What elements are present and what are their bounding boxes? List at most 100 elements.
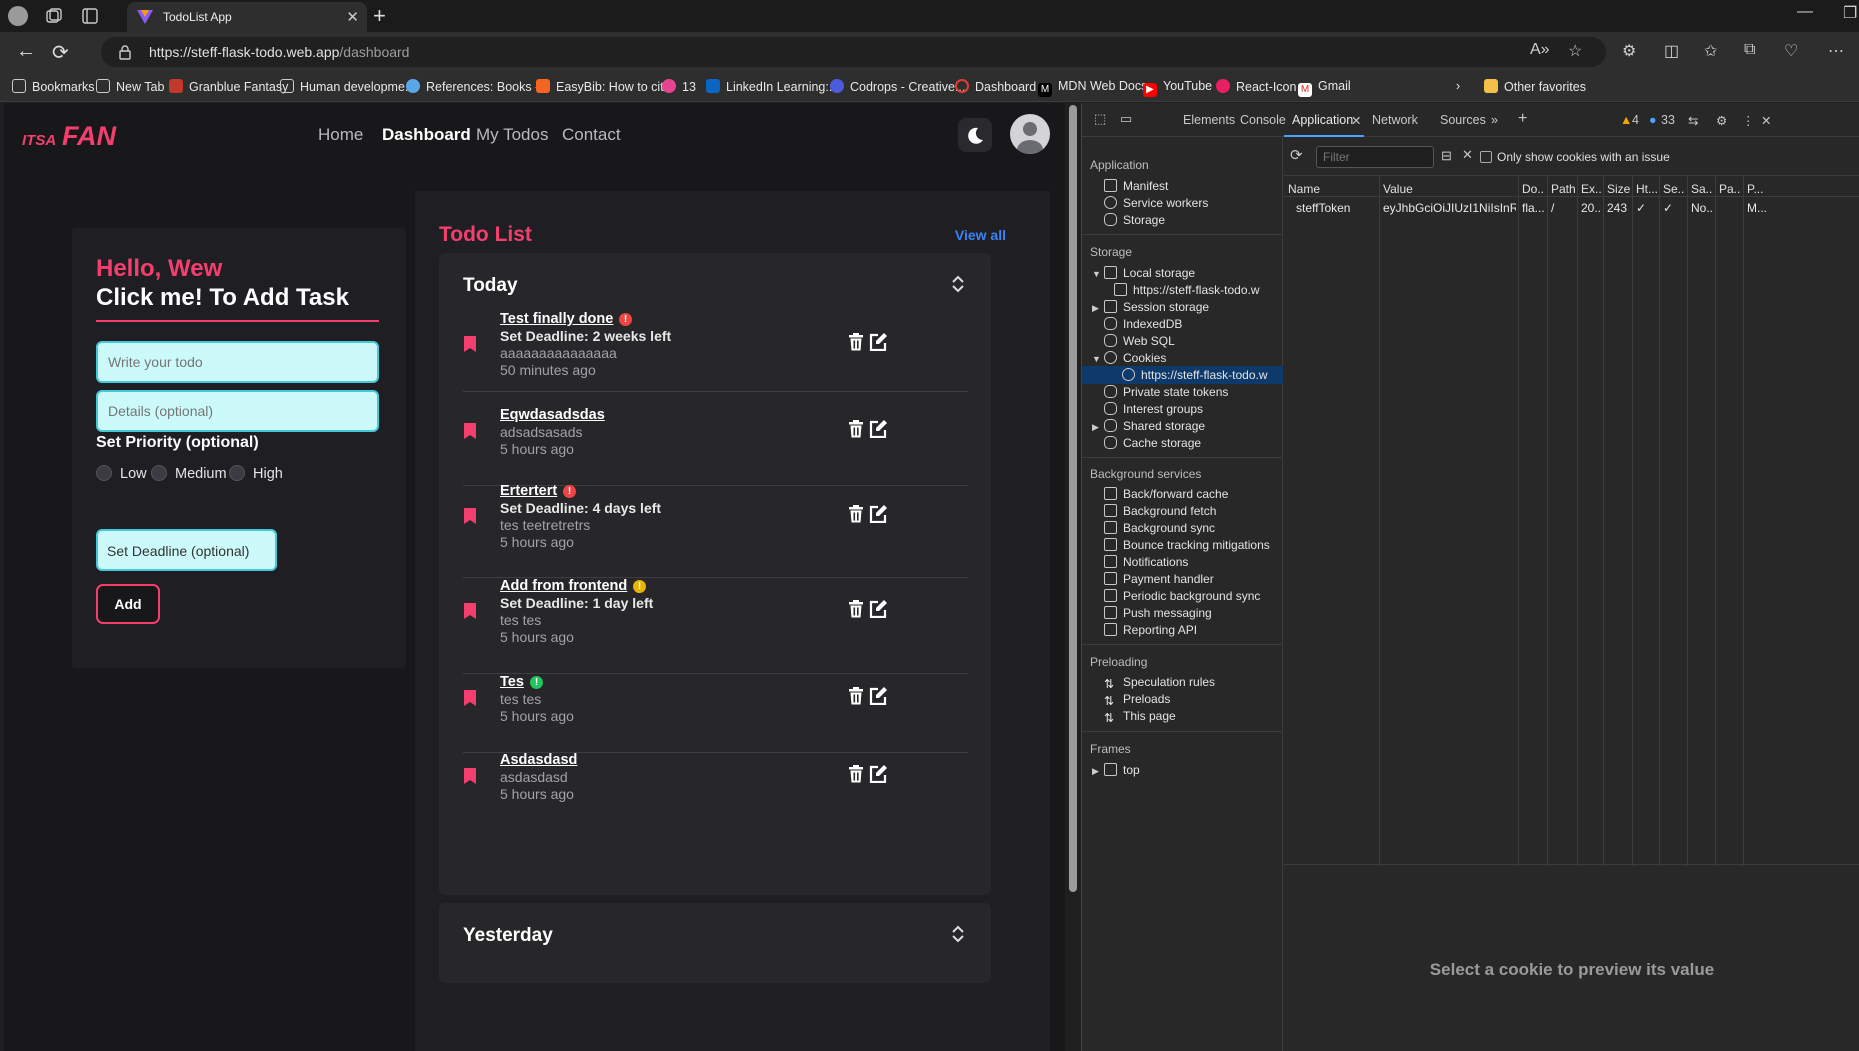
details-input[interactable]: [96, 390, 379, 432]
todo-title[interactable]: Add from frontend: [500, 578, 627, 594]
cookie-filter-input[interactable]: [1316, 146, 1434, 168]
refresh-icon[interactable]: ⟳: [1290, 146, 1303, 164]
cookie-cell[interactable]: 20...: [1581, 201, 1601, 215]
bookmark-react-icon[interactable]: React-Icon: [1216, 79, 1296, 94]
read-aloud-icon[interactable]: A»: [1530, 41, 1550, 59]
sidebar-manifest[interactable]: Manifest: [1104, 179, 1168, 193]
split-screen-icon[interactable]: ◫: [1664, 41, 1679, 61]
avatar[interactable]: [1010, 114, 1050, 154]
performance-icon[interactable]: ♡: [1784, 41, 1798, 61]
column-header[interactable]: Value: [1383, 182, 1516, 196]
app-logo[interactable]: ITSA FAN: [22, 115, 157, 151]
column-header[interactable]: Size: [1607, 182, 1630, 196]
sidebar-cookies-origin[interactable]: https://steff-flask-todo.w: [1082, 366, 1283, 384]
sidebar-frame-top[interactable]: top: [1104, 763, 1140, 777]
bookmark-dashboard[interactable]: Dashboard: [955, 79, 1036, 94]
sidebar-bg-service[interactable]: Background sync: [1104, 521, 1215, 535]
customize-icon[interactable]: ⇆: [1688, 113, 1698, 128]
sidebar-interest-groups[interactable]: Interest groups: [1104, 402, 1203, 416]
cookie-cell[interactable]: /: [1551, 201, 1575, 215]
favorites-icon[interactable]: ✩: [1704, 41, 1717, 61]
column-header[interactable]: Pa...: [1719, 182, 1741, 196]
warnings-count[interactable]: 4: [1632, 113, 1639, 127]
sidebar-bg-service[interactable]: Push messaging: [1104, 606, 1212, 620]
restore-icon[interactable]: ❐: [1843, 3, 1857, 23]
clear-filtered-icon[interactable]: ⊟: [1441, 148, 1452, 164]
tab-elements[interactable]: Elements: [1183, 113, 1235, 127]
expanded-triangle-icon[interactable]: ▼: [1092, 269, 1101, 279]
nav-home[interactable]: Home: [318, 125, 363, 145]
address-bar[interactable]: https://steff-flask-todo.web.app/dashboa…: [101, 37, 1606, 67]
scrollbar-thumb[interactable]: [1069, 105, 1077, 892]
todo-title[interactable]: Ertertert: [500, 483, 557, 499]
sidebar-indexeddb[interactable]: IndexedDB: [1104, 317, 1182, 331]
favorite-star-icon[interactable]: ☆: [1568, 41, 1582, 61]
delete-trash-icon[interactable]: [848, 600, 864, 618]
minimize-icon[interactable]: —: [1797, 3, 1813, 21]
column-header[interactable]: Name: [1288, 182, 1377, 196]
messages-count[interactable]: 33: [1661, 113, 1675, 127]
delete-trash-icon[interactable]: [848, 687, 864, 705]
column-header[interactable]: Path: [1551, 182, 1575, 196]
sidebar-preload-item[interactable]: ⇅ This page: [1104, 709, 1176, 725]
sidebar-bg-service[interactable]: Payment handler: [1104, 572, 1214, 586]
column-header[interactable]: Ex...: [1581, 182, 1601, 196]
back-icon[interactable]: ←: [16, 40, 36, 63]
bookmark-codrops[interactable]: Codrops - Creative...: [830, 79, 965, 94]
device-toolbar-icon[interactable]: ▭: [1120, 111, 1132, 127]
priority-low-radio[interactable]: Low: [96, 465, 147, 482]
new-tab-icon[interactable]: +: [373, 3, 386, 29]
expand-collapse-icon[interactable]: [951, 275, 965, 293]
sidebar-preload-item[interactable]: ⇅ Speculation rules: [1104, 675, 1215, 691]
nav-contact[interactable]: Contact: [562, 125, 621, 145]
column-header[interactable]: Sa...: [1691, 182, 1713, 196]
edit-icon[interactable]: [869, 419, 887, 438]
close-devtools-icon[interactable]: ✕: [1761, 113, 1771, 128]
tab-actions-icon[interactable]: [80, 6, 100, 26]
sidebar-cache-storage[interactable]: Cache storage: [1104, 436, 1201, 450]
collapsed-triangle-icon[interactable]: ▶: [1092, 766, 1099, 777]
cookie-cell[interactable]: eyJhbGciOiJIUzI1NiIsInR5c...: [1383, 201, 1516, 215]
tab-sources[interactable]: Sources: [1440, 113, 1486, 127]
cookie-cell[interactable]: ✓: [1663, 201, 1685, 215]
more-options-icon[interactable]: ⋮: [1742, 113, 1755, 128]
extensions-icon[interactable]: ⚙: [1622, 41, 1636, 61]
expanded-triangle-icon[interactable]: ▼: [1092, 354, 1101, 364]
bookmark-gmail[interactable]: M Gmail: [1298, 79, 1351, 97]
cookie-cell[interactable]: M...: [1747, 201, 1771, 215]
cookie-cell[interactable]: steffToken: [1296, 201, 1377, 215]
todo-title[interactable]: Test finally done: [500, 311, 613, 327]
edit-icon[interactable]: [869, 599, 887, 618]
todo-title[interactable]: Eqwdasadsdas: [500, 407, 605, 423]
only-issue-checkbox[interactable]: Only show cookies with an issue: [1480, 150, 1670, 164]
other-favorites[interactable]: Other favorites: [1484, 79, 1586, 94]
more-tabs-icon[interactable]: »: [1491, 113, 1498, 127]
column-header[interactable]: Ht...: [1636, 182, 1657, 196]
sidebar-bg-service[interactable]: Periodic background sync: [1104, 589, 1260, 603]
url-text[interactable]: https://steff-flask-todo.web.app/dashboa…: [149, 44, 409, 60]
bookmark-bookmarks[interactable]: Bookmarks: [12, 79, 95, 94]
workspaces-icon[interactable]: [44, 6, 64, 26]
todo-input[interactable]: [96, 341, 379, 383]
clear-all-icon[interactable]: ✕: [1462, 147, 1473, 163]
cookie-cell[interactable]: ✓: [1636, 201, 1657, 215]
cookie-cell[interactable]: 243: [1607, 201, 1630, 215]
bookmark-easybib[interactable]: EasyBib: How to cit...: [536, 79, 674, 94]
cookie-cell[interactable]: fla...: [1522, 201, 1545, 215]
nav-dashboard[interactable]: Dashboard: [382, 125, 471, 145]
priority-medium-radio[interactable]: Medium: [151, 465, 227, 482]
sidebar-preload-item[interactable]: ⇅ Preloads: [1104, 692, 1170, 708]
cookie-cell[interactable]: No...: [1691, 201, 1713, 215]
sidebar-bg-service[interactable]: Bounce tracking mitigations: [1104, 538, 1270, 552]
close-tab-icon[interactable]: ✕: [346, 8, 359, 26]
priority-high-radio[interactable]: High: [229, 465, 283, 482]
messages-icon[interactable]: ●: [1649, 113, 1657, 127]
add-button[interactable]: Add: [96, 584, 160, 624]
nav-my-todos[interactable]: My Todos: [476, 125, 548, 145]
refresh-icon[interactable]: ⟳: [52, 40, 69, 65]
bookmark-mdn[interactable]: M MDN Web Docs: [1038, 79, 1147, 97]
delete-trash-icon[interactable]: [848, 420, 864, 438]
sidebar-local-storage-origin[interactable]: https://steff-flask-todo.w: [1114, 283, 1260, 297]
bookmarks-overflow-icon[interactable]: ›: [1456, 79, 1460, 93]
sidebar-bg-service[interactable]: Background fetch: [1104, 504, 1216, 518]
